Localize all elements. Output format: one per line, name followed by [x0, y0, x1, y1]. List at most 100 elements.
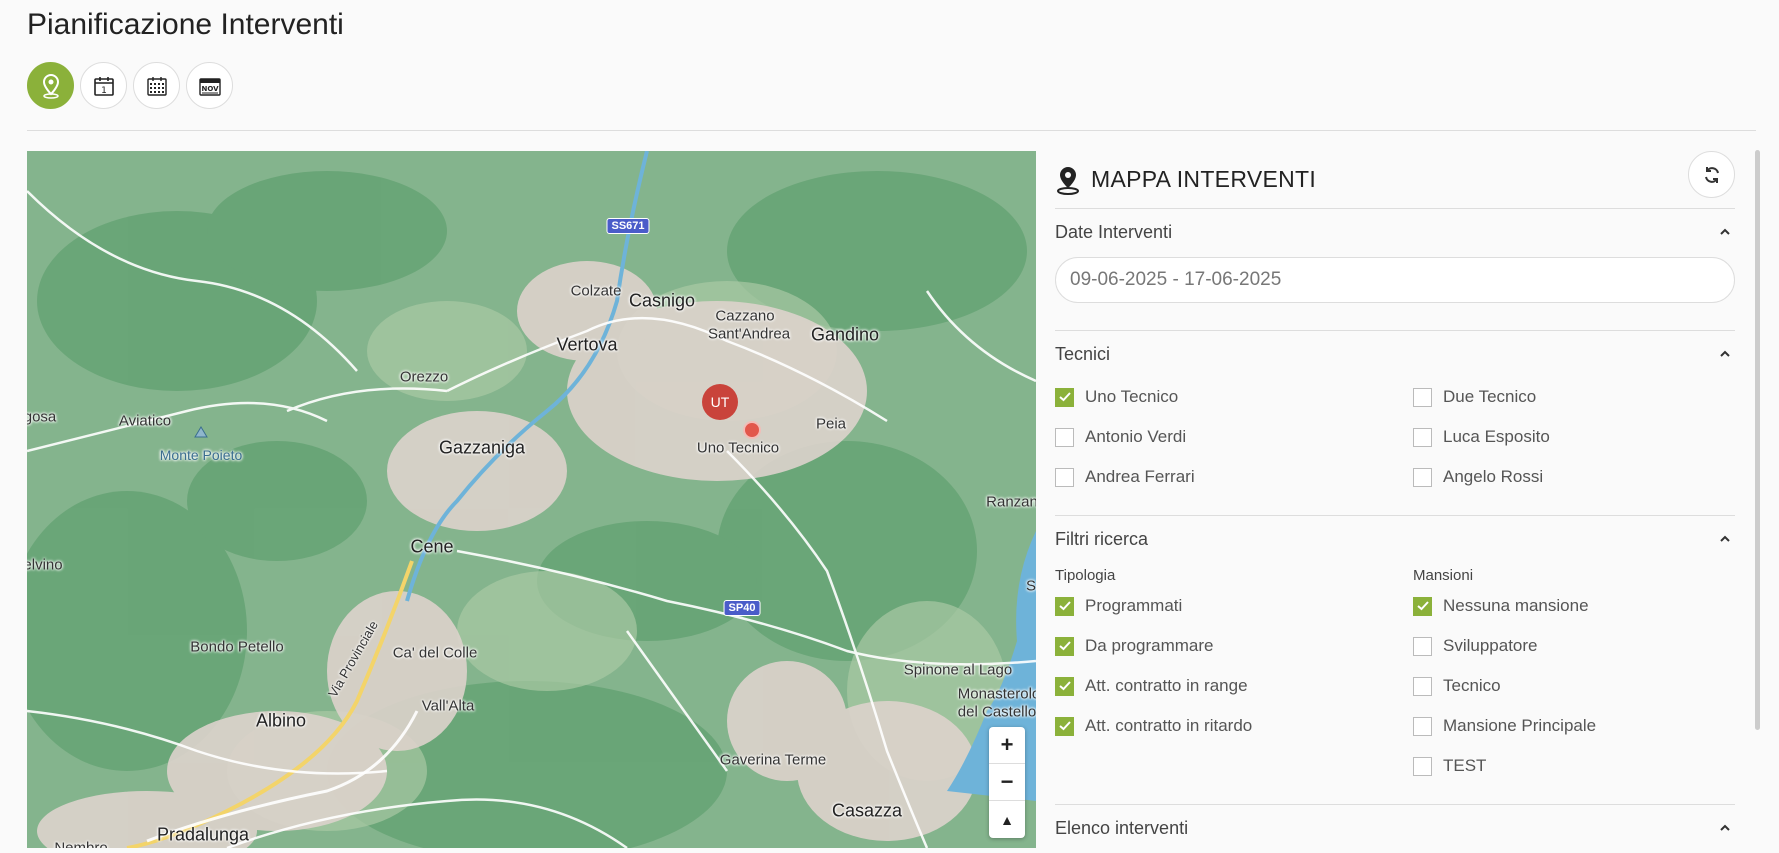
view-switcher: 1 NOV [27, 62, 233, 109]
year-view-button[interactable]: NOV [186, 62, 233, 109]
technician-checkbox[interactable]: Due Tecnico [1413, 377, 1735, 417]
month-view-button[interactable] [133, 62, 180, 109]
zoom-out-button[interactable]: − [989, 764, 1025, 801]
map-place-label: Gazzaniga [438, 437, 526, 458]
filtri-section: Filtri ricerca Tipologia Programmati Da … [1055, 515, 1735, 786]
mansione-checkbox[interactable]: Nessuna mansione [1413, 586, 1735, 626]
panel-header: MAPPA INTERVENTI [1055, 151, 1735, 208]
panel-title: MAPPA INTERVENTI [1091, 166, 1317, 192]
map-terrain [27, 151, 1036, 848]
checkbox-label: TEST [1443, 756, 1487, 775]
checkbox-checked[interactable] [1055, 716, 1074, 736]
filter-panel: MAPPA INTERVENTI Date Interventi 09-06-2… [1055, 151, 1735, 851]
map-place-label: Ca' del Colle [392, 644, 478, 662]
tipologia-checkbox[interactable]: Att. contratto in range [1055, 666, 1413, 706]
technician-checkbox[interactable]: Luca Esposito [1413, 417, 1735, 457]
header-divider [27, 130, 1756, 131]
zoom-in-button[interactable]: + [989, 727, 1025, 764]
refresh-icon [1704, 166, 1719, 183]
elenco-section-header[interactable]: Elenco interventi [1055, 805, 1735, 851]
map-place-label: del Castello [957, 703, 1036, 721]
filtri-section-label: Filtri ricerca [1055, 528, 1148, 549]
checkbox-label: Uno Tecnico [1085, 387, 1179, 406]
checkbox-unchecked[interactable] [1055, 427, 1074, 447]
checkbox-checked[interactable] [1413, 596, 1432, 616]
checkbox-label: Due Tecnico [1443, 387, 1537, 406]
mansione-checkbox[interactable]: TEST [1413, 746, 1735, 786]
checkbox-unchecked[interactable] [1413, 756, 1432, 776]
map-place-label: Casnigo [628, 290, 696, 311]
checkbox-label: Da programmare [1085, 636, 1214, 655]
checkbox-checked[interactable] [1055, 596, 1074, 616]
checkbox-checked[interactable] [1055, 676, 1074, 696]
technician-marker[interactable]: UT [702, 384, 738, 420]
tipologia-label: Tipologia [1055, 567, 1116, 584]
checkbox-label: Sviluppatore [1443, 636, 1538, 655]
map-place-label: Orezzo [399, 368, 449, 386]
tipologia-checkbox[interactable]: Da programmare [1055, 626, 1413, 666]
filtri-section-header[interactable]: Filtri ricerca [1055, 516, 1735, 562]
svg-text:1: 1 [101, 86, 107, 96]
check-icon [1058, 392, 1071, 402]
chevron-up-icon [1720, 824, 1730, 831]
map-pin-icon [42, 73, 59, 99]
road-shield: SS671 [606, 218, 650, 234]
refresh-button[interactable] [1688, 151, 1735, 198]
tipologia-checkbox[interactable]: Att. contratto in ritardo [1055, 706, 1413, 746]
technician-checkbox[interactable]: Andrea Ferrari [1055, 457, 1413, 497]
map-place-label: S [1025, 577, 1036, 595]
mansioni-column: Mansioni Nessuna mansione Sviluppatore T… [1413, 562, 1735, 786]
calendar-month-icon: NOV [198, 77, 221, 96]
checkbox-unchecked[interactable] [1413, 467, 1432, 487]
tecnici-section-label: Tecnici [1055, 343, 1111, 364]
mansioni-label: Mansioni [1413, 567, 1474, 584]
map-place-label: Sant'Andrea [707, 325, 791, 343]
panel-scrollbar[interactable] [1755, 150, 1760, 730]
map-place-label: Monte Poieto [159, 447, 243, 463]
map-place-label: Ranzan [986, 493, 1036, 511]
map-place-label: Monasterolo [957, 685, 1036, 703]
page-title: Pianificazione Interventi [27, 8, 344, 41]
calendar-day-icon: 1 [93, 76, 114, 96]
map[interactable]: Colzate Casnigo Cazzano Sant'Andrea Gand… [27, 151, 1036, 848]
map-place-label: Cene [410, 536, 454, 557]
map-place-label: Albino [255, 710, 307, 731]
map-place-label: gosa [27, 408, 57, 426]
dates-section-header[interactable]: Date Interventi [1055, 209, 1735, 255]
checkbox-label: Nessuna mansione [1443, 596, 1589, 615]
checkbox-unchecked[interactable] [1413, 676, 1432, 696]
mansione-checkbox[interactable]: Tecnico [1413, 666, 1735, 706]
technician-checkbox[interactable]: Uno Tecnico [1055, 377, 1413, 417]
tecnici-section-header[interactable]: Tecnici [1055, 331, 1735, 377]
intervention-marker[interactable] [743, 421, 761, 439]
checkbox-label: Angelo Rossi [1443, 467, 1544, 486]
chevron-up-icon [1720, 228, 1730, 235]
checkbox-checked[interactable] [1055, 387, 1074, 407]
checkbox-unchecked[interactable] [1413, 636, 1432, 656]
tipologia-checkbox[interactable]: Programmati [1055, 586, 1413, 626]
map-place-label: Nembro [54, 839, 108, 849]
technician-checkbox[interactable]: Antonio Verdi [1055, 417, 1413, 457]
checkbox-unchecked[interactable] [1055, 467, 1074, 487]
checkbox-label: Att. contratto in range [1085, 676, 1248, 695]
checkbox-unchecked[interactable] [1413, 716, 1432, 736]
checkbox-unchecked[interactable] [1413, 387, 1432, 407]
checkbox-checked[interactable] [1055, 636, 1074, 656]
checkbox-unchecked[interactable] [1413, 427, 1432, 447]
check-icon [1058, 721, 1071, 731]
day-view-button[interactable]: 1 [80, 62, 127, 109]
tecnici-section: Tecnici Uno Tecnico Due Tecnico Antonio … [1055, 330, 1735, 497]
mansione-checkbox[interactable]: Mansione Principale [1413, 706, 1735, 746]
date-range-input[interactable]: 09-06-2025 - 17-06-2025 [1055, 257, 1735, 303]
map-place-label: Spinone al Lago [903, 661, 1013, 679]
dates-section-label: Date Interventi [1055, 221, 1173, 242]
tecnici-list: Uno Tecnico Due Tecnico Antonio Verdi Lu… [1055, 377, 1735, 497]
check-icon [1416, 601, 1429, 611]
reset-north-button[interactable]: ▲ [989, 801, 1025, 838]
mansione-checkbox[interactable]: Sviluppatore [1413, 626, 1735, 666]
map-place-label: Gaverina Terme [719, 751, 827, 769]
mountain-peak-icon [194, 426, 208, 438]
technician-checkbox[interactable]: Angelo Rossi [1413, 457, 1735, 497]
map-place-label: Uno Tecnico [696, 439, 780, 457]
map-view-button[interactable] [27, 62, 74, 109]
